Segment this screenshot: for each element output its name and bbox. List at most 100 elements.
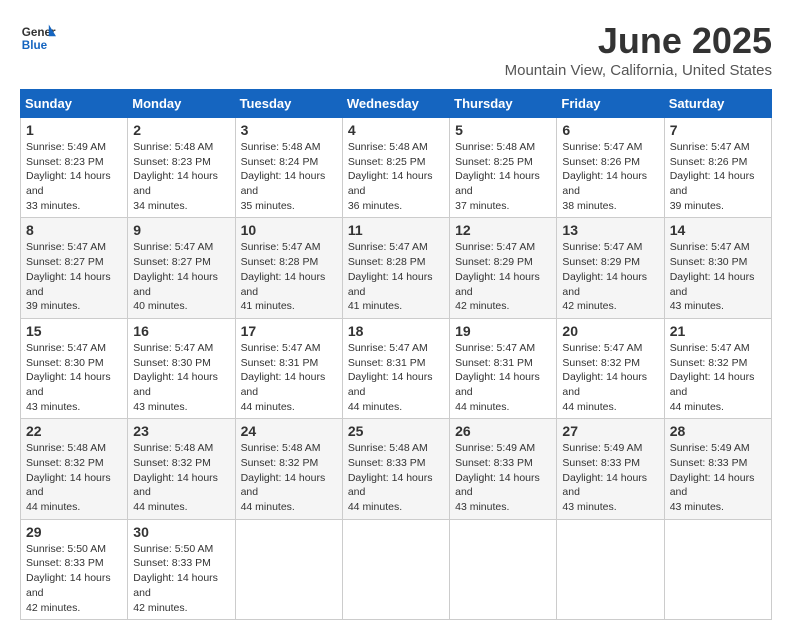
- day-info: Sunrise: 5:47 AMSunset: 8:27 PMDaylight:…: [133, 240, 229, 313]
- day-info: Sunrise: 5:47 AMSunset: 8:31 PMDaylight:…: [241, 341, 337, 414]
- day-info: Sunrise: 5:48 AMSunset: 8:23 PMDaylight:…: [133, 140, 229, 213]
- day-info: Sunrise: 5:47 AMSunset: 8:32 PMDaylight:…: [670, 341, 766, 414]
- calendar-cell: 4 Sunrise: 5:48 AMSunset: 8:25 PMDaylight…: [342, 118, 449, 218]
- day-number: 23: [133, 423, 229, 439]
- day-info: Sunrise: 5:47 AMSunset: 8:30 PMDaylight:…: [133, 341, 229, 414]
- calendar-cell: [450, 519, 557, 619]
- title-area: June 2025 Mountain View, California, Uni…: [505, 20, 772, 79]
- calendar-cell: 26 Sunrise: 5:49 AMSunset: 8:33 PMDayligh…: [450, 419, 557, 519]
- day-info: Sunrise: 5:47 AMSunset: 8:28 PMDaylight:…: [348, 240, 444, 313]
- day-info: Sunrise: 5:49 AMSunset: 8:33 PMDaylight:…: [670, 441, 766, 514]
- day-number: 22: [26, 423, 122, 439]
- day-number: 18: [348, 323, 444, 339]
- day-info: Sunrise: 5:47 AMSunset: 8:30 PMDaylight:…: [26, 341, 122, 414]
- day-info: Sunrise: 5:48 AMSunset: 8:25 PMDaylight:…: [348, 140, 444, 213]
- day-number: 7: [670, 122, 766, 138]
- calendar-cell: 6Sunrise: 5:47 AMSunset: 8:26 PMDaylight…: [557, 118, 664, 218]
- calendar-cell: [342, 519, 449, 619]
- calendar-cell: 8Sunrise: 5:47 AMSunset: 8:27 PMDaylight…: [21, 218, 128, 318]
- day-number: 27: [562, 423, 658, 439]
- day-number: 17: [241, 323, 337, 339]
- day-info: Sunrise: 5:49 AMSunset: 8:23 PMDaylight:…: [26, 140, 122, 213]
- calendar-cell: 23 Sunrise: 5:48 AMSunset: 8:32 PMDayligh…: [128, 419, 235, 519]
- day-number: 29: [26, 524, 122, 540]
- day-number: 16: [133, 323, 229, 339]
- day-info: Sunrise: 5:47 AMSunset: 8:31 PMDaylight:…: [455, 341, 551, 414]
- day-info: Sunrise: 5:50 AMSunset: 8:33 PMDaylight:…: [133, 542, 229, 615]
- calendar-cell: 28 Sunrise: 5:49 AMSunset: 8:33 PMDayligh…: [664, 419, 771, 519]
- main-title: June 2025: [505, 20, 772, 62]
- calendar-cell: 12 Sunrise: 5:47 AMSunset: 8:29 PMDayligh…: [450, 218, 557, 318]
- calendar-cell: 27 Sunrise: 5:49 AMSunset: 8:33 PMDayligh…: [557, 419, 664, 519]
- day-number: 8: [26, 222, 122, 238]
- day-number: 5: [455, 122, 551, 138]
- day-number: 24: [241, 423, 337, 439]
- day-number: 15: [26, 323, 122, 339]
- calendar-cell: 11 Sunrise: 5:47 AMSunset: 8:28 PMDayligh…: [342, 218, 449, 318]
- day-number: 6: [562, 122, 658, 138]
- day-number: 1: [26, 122, 122, 138]
- day-number: 11: [348, 222, 444, 238]
- day-number: 13: [562, 222, 658, 238]
- calendar-cell: 22 Sunrise: 5:48 AMSunset: 8:32 PMDayligh…: [21, 419, 128, 519]
- calendar-header-row: SundayMondayTuesdayWednesdayThursdayFrid…: [21, 90, 772, 118]
- calendar-cell: 2Sunrise: 5:48 AMSunset: 8:23 PMDaylight…: [128, 118, 235, 218]
- day-number: 12: [455, 222, 551, 238]
- calendar-week-row: 1 Sunrise: 5:49 AMSunset: 8:23 PMDaylight…: [21, 118, 772, 218]
- calendar-cell: [235, 519, 342, 619]
- day-info: Sunrise: 5:48 AMSunset: 8:32 PMDaylight:…: [26, 441, 122, 514]
- day-number: 21: [670, 323, 766, 339]
- calendar-header-tuesday: Tuesday: [235, 90, 342, 118]
- day-info: Sunrise: 5:48 AMSunset: 8:24 PMDaylight:…: [241, 140, 337, 213]
- calendar-week-row: 8 Sunrise: 5:47 AMSunset: 8:27 PMDaylight…: [21, 218, 772, 318]
- calendar-cell: 5 Sunrise: 5:48 AMSunset: 8:25 PMDaylight…: [450, 118, 557, 218]
- day-info: Sunrise: 5:47 AMSunset: 8:26 PMDaylight:…: [670, 140, 766, 213]
- logo: General Blue: [20, 20, 60, 56]
- calendar-cell: 24 Sunrise: 5:48 AMSunset: 8:32 PMDayligh…: [235, 419, 342, 519]
- calendar-cell: 25Sunrise: 5:48 AMSunset: 8:33 PMDayligh…: [342, 419, 449, 519]
- calendar-header-monday: Monday: [128, 90, 235, 118]
- day-info: Sunrise: 5:47 AMSunset: 8:29 PMDaylight:…: [455, 240, 551, 313]
- page-header: General Blue June 2025 Mountain View, Ca…: [20, 20, 772, 79]
- logo-icon: General Blue: [20, 20, 56, 56]
- calendar-cell: 15 Sunrise: 5:47 AMSunset: 8:30 PMDayligh…: [21, 318, 128, 418]
- calendar-header-wednesday: Wednesday: [342, 90, 449, 118]
- day-info: Sunrise: 5:47 AMSunset: 8:28 PMDaylight:…: [241, 240, 337, 313]
- day-number: 19: [455, 323, 551, 339]
- calendar-cell: 21 Sunrise: 5:47 AMSunset: 8:32 PMDayligh…: [664, 318, 771, 418]
- day-info: Sunrise: 5:48 AMSunset: 8:25 PMDaylight:…: [455, 140, 551, 213]
- day-number: 20: [562, 323, 658, 339]
- calendar-header-friday: Friday: [557, 90, 664, 118]
- day-number: 9: [133, 222, 229, 238]
- day-info: Sunrise: 5:48 AMSunset: 8:32 PMDaylight:…: [241, 441, 337, 514]
- day-info: Sunrise: 5:47 AMSunset: 8:29 PMDaylight:…: [562, 240, 658, 313]
- calendar-header-thursday: Thursday: [450, 90, 557, 118]
- day-number: 14: [670, 222, 766, 238]
- calendar-cell: 18Sunrise: 5:47 AMSunset: 8:31 PMDayligh…: [342, 318, 449, 418]
- calendar-header-sunday: Sunday: [21, 90, 128, 118]
- svg-text:Blue: Blue: [22, 39, 48, 52]
- subtitle: Mountain View, California, United States: [505, 62, 772, 79]
- calendar-cell: 1 Sunrise: 5:49 AMSunset: 8:23 PMDaylight…: [21, 118, 128, 218]
- day-info: Sunrise: 5:47 AMSunset: 8:30 PMDaylight:…: [670, 240, 766, 313]
- day-info: Sunrise: 5:49 AMSunset: 8:33 PMDaylight:…: [455, 441, 551, 514]
- day-number: 4: [348, 122, 444, 138]
- day-number: 10: [241, 222, 337, 238]
- day-number: 26: [455, 423, 551, 439]
- calendar-cell: [557, 519, 664, 619]
- calendar-cell: 20Sunrise: 5:47 AMSunset: 8:32 PMDayligh…: [557, 318, 664, 418]
- day-info: Sunrise: 5:49 AMSunset: 8:33 PMDaylight:…: [562, 441, 658, 514]
- day-info: Sunrise: 5:48 AMSunset: 8:32 PMDaylight:…: [133, 441, 229, 514]
- day-number: 30: [133, 524, 229, 540]
- day-info: Sunrise: 5:50 AMSunset: 8:33 PMDaylight:…: [26, 542, 122, 615]
- day-number: 28: [670, 423, 766, 439]
- calendar-cell: 14 Sunrise: 5:47 AMSunset: 8:30 PMDayligh…: [664, 218, 771, 318]
- calendar-cell: 16 Sunrise: 5:47 AMSunset: 8:30 PMDayligh…: [128, 318, 235, 418]
- calendar-cell: 29 Sunrise: 5:50 AMSunset: 8:33 PMDayligh…: [21, 519, 128, 619]
- calendar-cell: 10 Sunrise: 5:47 AMSunset: 8:28 PMDayligh…: [235, 218, 342, 318]
- calendar-table: SundayMondayTuesdayWednesdayThursdayFrid…: [20, 89, 772, 620]
- calendar-cell: 7 Sunrise: 5:47 AMSunset: 8:26 PMDaylight…: [664, 118, 771, 218]
- calendar-cell: 19 Sunrise: 5:47 AMSunset: 8:31 PMDayligh…: [450, 318, 557, 418]
- calendar-week-row: 22 Sunrise: 5:48 AMSunset: 8:32 PMDayligh…: [21, 419, 772, 519]
- calendar-week-row: 15 Sunrise: 5:47 AMSunset: 8:30 PMDayligh…: [21, 318, 772, 418]
